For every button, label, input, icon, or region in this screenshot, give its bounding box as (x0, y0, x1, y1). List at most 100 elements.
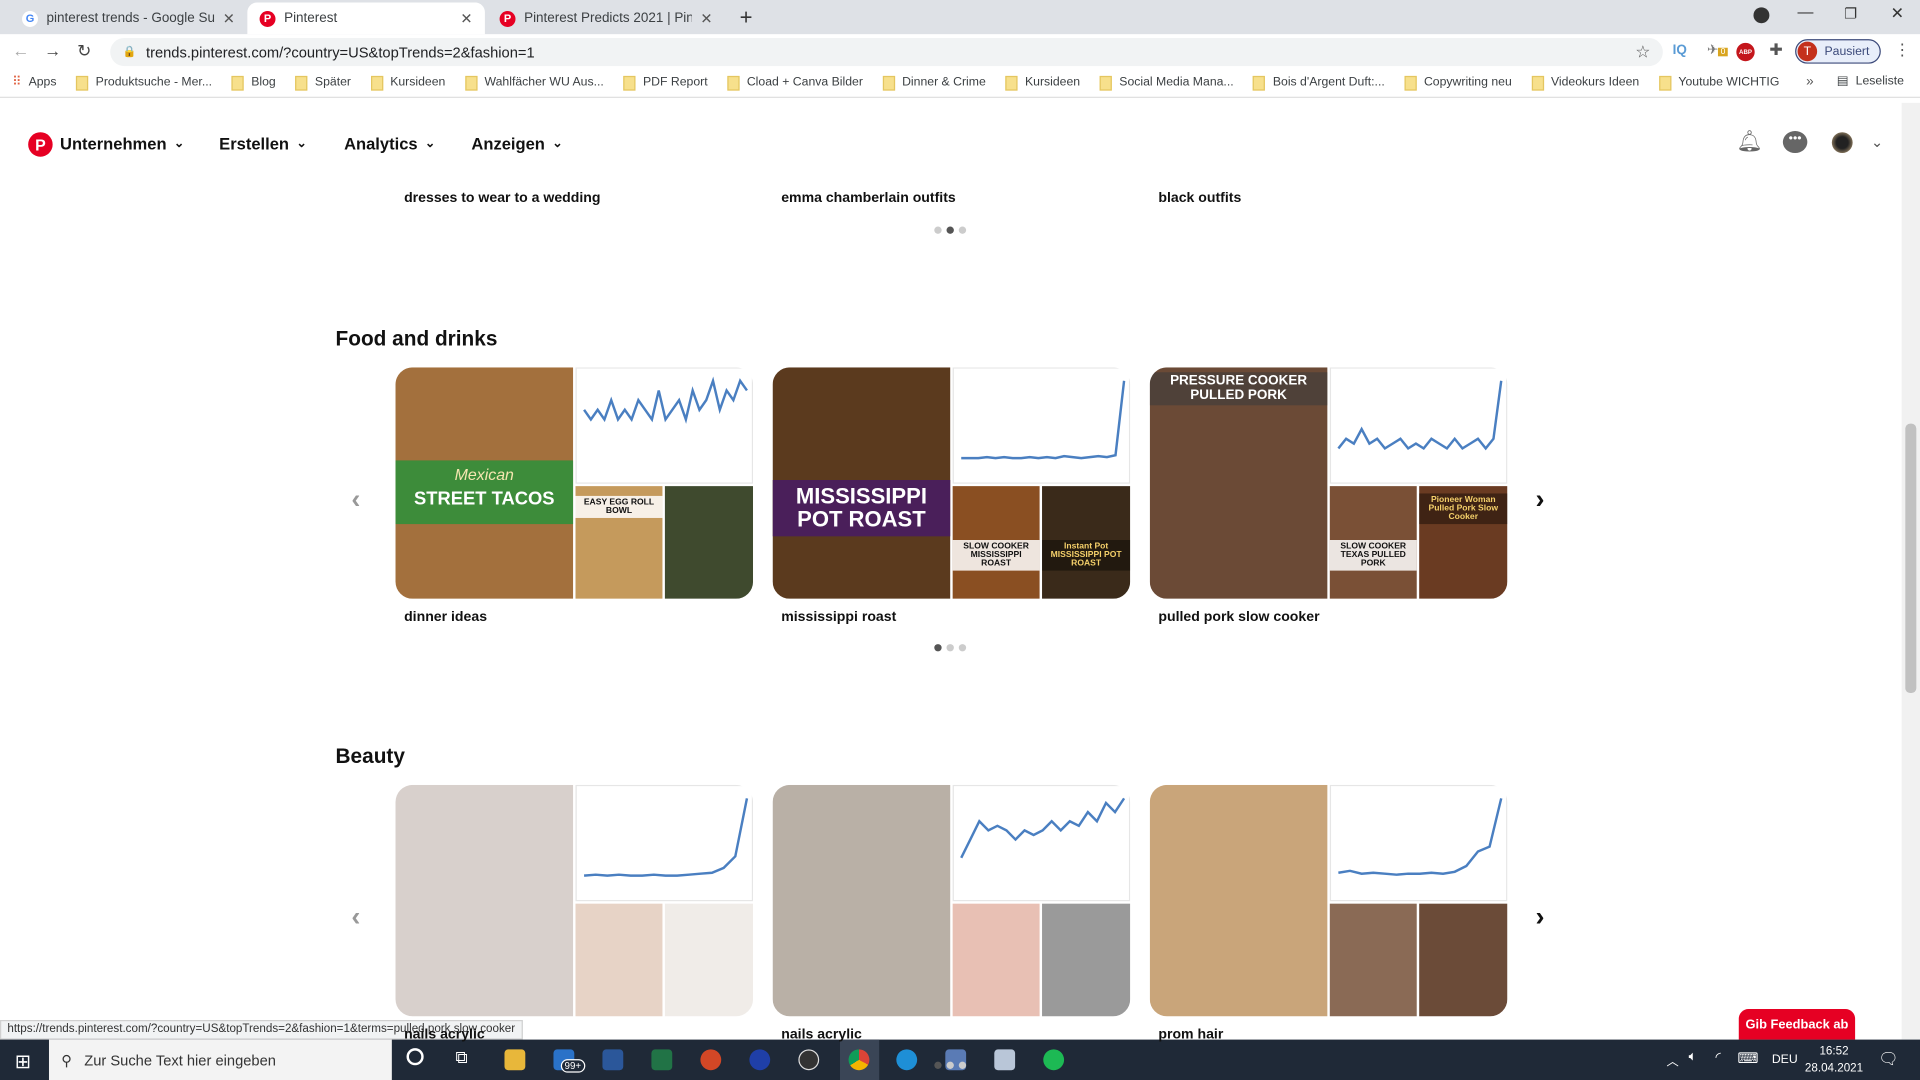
mail-icon[interactable]: 99+ (553, 1049, 585, 1073)
close-window-button[interactable]: ✕ (1891, 4, 1904, 24)
chrome-taskbar-button[interactable] (840, 1039, 880, 1080)
carousel-dot[interactable] (934, 644, 942, 652)
bookmark-item[interactable]: Blog (231, 75, 276, 91)
nav-analytics[interactable]: Analytics ⌄ (344, 135, 435, 153)
close-icon[interactable]: ✕ (460, 10, 472, 27)
nav-erstellen[interactable]: Erstellen ⌄ (219, 135, 306, 153)
trend-label[interactable]: mississippi roast (781, 610, 896, 625)
carousel-dot[interactable] (946, 644, 954, 652)
carousel-prev-arrow[interactable]: ‹ (351, 901, 360, 933)
close-icon[interactable]: ✕ (700, 10, 712, 27)
obs-icon[interactable] (798, 1049, 820, 1071)
cortana-icon[interactable] (406, 1048, 424, 1066)
bookmark-item[interactable]: Social Media Mana... (1099, 75, 1234, 91)
trend-label[interactable]: nails acrylic (404, 1027, 485, 1042)
trend-label[interactable]: dinner ideas (404, 610, 487, 625)
forward-button[interactable]: → (44, 40, 61, 60)
trend-card[interactable] (395, 784, 754, 1017)
bookmark-item[interactable]: Kursideen (1005, 75, 1080, 91)
word-icon[interactable] (602, 1049, 624, 1071)
app-icon[interactable] (749, 1049, 771, 1071)
notepad-icon[interactable] (994, 1049, 1016, 1071)
bookmark-item[interactable]: Cload + Canva Bilder (727, 75, 863, 91)
spotify-icon[interactable] (1043, 1049, 1065, 1071)
excel-icon[interactable] (651, 1049, 673, 1071)
extension-icon[interactable]: ✈ 0 (1707, 42, 1728, 58)
pinterest-logo[interactable]: P (28, 132, 53, 157)
carousel-dot[interactable] (946, 1061, 954, 1069)
reload-button[interactable]: ↻ (77, 40, 91, 61)
trend-card[interactable]: MISSISSIPPI POT ROAST SLOW COOKER MISSISS… (772, 367, 1131, 599)
messages-icon[interactable]: ••• (1782, 131, 1808, 154)
iq-extension-icon[interactable]: IQ (1673, 43, 1687, 58)
bookmark-item[interactable]: Dinner & Crime (882, 75, 986, 91)
notification-center-icon[interactable]: 🗨︎ (1878, 1049, 1898, 1069)
bookmarks-more[interactable]: » (1806, 75, 1814, 90)
trend-label[interactable]: black outfits (1158, 191, 1241, 206)
nav-unternehmen[interactable]: Unternehmen ⌄ (60, 135, 184, 153)
adblock-icon[interactable]: ABP (1736, 42, 1755, 62)
bookmark-item[interactable]: Copywriting neu (1404, 75, 1512, 91)
bookmark-item[interactable]: Wahlfächer WU Aus... (464, 75, 604, 91)
tab-google[interactable]: Gpinterest trends - Google Suche ✕ (10, 2, 248, 34)
keyboard-icon[interactable]: ⌨ (1738, 1049, 1759, 1066)
carousel-dot[interactable] (958, 644, 967, 652)
scrollbar-thumb[interactable] (1905, 423, 1917, 694)
scrollbar[interactable] (1901, 102, 1920, 1040)
language-indicator[interactable]: DEU (1772, 1053, 1798, 1066)
carousel-dot[interactable] (958, 1061, 967, 1069)
trend-label[interactable]: emma chamberlain outfits (781, 191, 956, 206)
windows-start-icon[interactable]: ⊞ (15, 1049, 31, 1073)
bookmark-item[interactable]: Youtube WICHTIG (1658, 75, 1779, 91)
menu-icon[interactable]: ⋮ (1894, 40, 1910, 60)
carousel-next-arrow[interactable]: › (1536, 484, 1545, 516)
bookmark-item[interactable]: ⠿ Apps (12, 76, 56, 89)
trend-label[interactable]: nails acrylic (781, 1027, 862, 1042)
bookmark-item[interactable]: Bois d'Argent Duft:... (1253, 75, 1385, 91)
bookmark-item[interactable]: Kursideen (370, 75, 445, 91)
bookmark-item[interactable]: Videokurs Ideen (1531, 75, 1639, 91)
clock[interactable]: 16:52 28.04.2021 (1805, 1043, 1863, 1077)
account-chevron-down-icon[interactable]: ⌄ (1871, 133, 1883, 150)
edge-icon[interactable] (896, 1049, 918, 1071)
tray-chevron-up-icon[interactable]: ︿ (1667, 1051, 1679, 1069)
trend-label[interactable]: dresses to wear to a wedding (404, 191, 600, 206)
carousel-dot[interactable] (934, 1061, 942, 1069)
trend-card[interactable] (1149, 784, 1508, 1017)
trend-card[interactable]: STREET TACOS Mexican EASY EGG ROLL BOWL (395, 367, 754, 599)
bookmark-item[interactable]: PDF Report (623, 75, 708, 91)
carousel-prev-arrow[interactable]: ‹ (351, 484, 360, 516)
address-bar[interactable]: 🔒 trends.pinterest.com/?country=US&topTre… (110, 37, 1663, 67)
bookmark-item[interactable]: Später (295, 75, 351, 91)
minimize-button[interactable]: — (1798, 2, 1814, 20)
powerpoint-icon[interactable] (700, 1049, 722, 1071)
bookmark-star-icon[interactable]: ☆ (1635, 42, 1650, 63)
user-avatar[interactable] (1831, 132, 1853, 154)
new-tab-button[interactable]: + (740, 5, 753, 31)
restore-button[interactable]: ❐ (1844, 5, 1857, 22)
taskbar-search[interactable]: ⚲ Zur Suche Text hier eingeben (48, 1039, 392, 1080)
close-icon[interactable]: ✕ (223, 10, 235, 27)
tab-search-icon[interactable] (1753, 7, 1770, 24)
back-button[interactable]: ← (12, 40, 29, 60)
trend-card[interactable] (772, 784, 1131, 1017)
trend-label[interactable]: pulled pork slow cooker (1158, 610, 1319, 625)
extensions-puzzle-icon[interactable]: ✚ (1769, 40, 1782, 60)
trend-card[interactable]: PRESSURE COOKER PULLED PORK SLOW COOKER T… (1149, 367, 1508, 599)
tab-pinterest[interactable]: P Pinterest ✕ (247, 2, 485, 35)
carousel-next-arrow[interactable]: › (1536, 901, 1545, 933)
notifications-bell-icon[interactable]: 🔔︎ (1736, 130, 1762, 154)
volume-icon[interactable]: 🔈︎ (1689, 1049, 1697, 1065)
carousel-dot[interactable] (934, 226, 942, 234)
carousel-dot[interactable] (946, 226, 954, 234)
carousel-dot[interactable] (958, 226, 967, 234)
task-view-icon[interactable]: ⧉ (456, 1047, 468, 1068)
bookmark-item[interactable]: Produktsuche - Mer... (76, 75, 212, 91)
reading-list-button[interactable]: ▤ Leseliste (1837, 75, 1904, 88)
tab-pinterest-predicts[interactable]: P Pinterest Predicts 2021 | Pinterest ✕ (487, 2, 725, 34)
wifi-icon[interactable]: ◜ (1716, 1049, 1721, 1066)
nav-anzeigen[interactable]: Anzeigen ⌄ (471, 135, 562, 153)
profile-button[interactable]: T Pausiert (1795, 39, 1881, 64)
file-explorer-icon[interactable] (504, 1049, 526, 1071)
feedback-button[interactable]: Gib Feedback ab (1738, 1008, 1856, 1040)
